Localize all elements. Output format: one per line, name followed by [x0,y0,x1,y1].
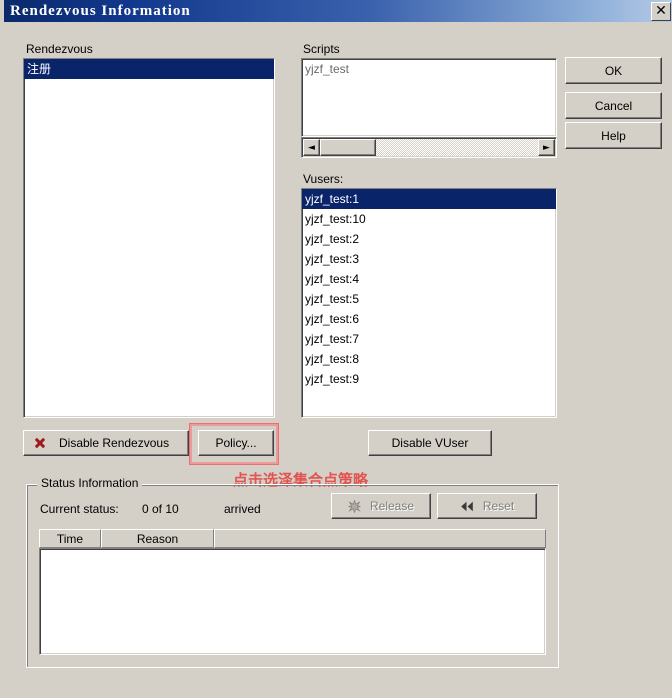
column-header-blank[interactable] [214,529,546,548]
title-bar: Rendezvous Information [4,0,672,22]
rewind-icon [460,501,474,512]
ok-button[interactable]: OK [565,57,662,84]
list-item[interactable]: yjzf_test:3 [302,249,556,269]
list-item[interactable]: yjzf_test:8 [302,349,556,369]
disable-rendezvous-label: Disable Rendezvous [59,436,170,450]
close-icon[interactable] [651,1,671,21]
list-item[interactable]: yjzf_test:4 [302,269,556,289]
help-button[interactable]: Help [565,122,662,149]
reset-label: Reset [482,499,515,513]
scripts-horizontal-scrollbar[interactable]: ◄ ► [303,139,555,156]
window-title: Rendezvous Information [10,2,191,19]
reset-button[interactable]: Reset [437,493,537,519]
column-header-time[interactable]: Time [39,529,101,548]
rendezvous-information-dialog: Rendezvous Information Rendezvous 注册 Scr… [0,0,672,698]
list-item[interactable]: yjzf_test:1 [302,189,556,209]
current-status-label: Current status: [40,502,119,516]
list-item[interactable]: yjzf_test:7 [302,329,556,349]
list-item[interactable]: yjzf_test:5 [302,289,556,309]
current-status-value: 0 of 10 [142,502,179,516]
scroll-right-arrow-icon[interactable]: ► [538,139,555,156]
rendezvous-listbox[interactable]: 注册 [23,58,275,418]
arrived-label: arrived [224,502,261,516]
list-item[interactable]: yjzf_test:10 [302,209,556,229]
scripts-scrollbar-frame: ◄ ► [301,137,557,158]
scripts-listbox[interactable]: yjzf_test [301,58,557,137]
list-item[interactable]: yjzf_test:9 [302,369,556,389]
red-x-icon [33,436,47,450]
burst-icon [348,499,361,513]
disable-rendezvous-button[interactable]: Disable Rendezvous [23,430,189,456]
column-header-reason[interactable]: Reason [101,529,214,548]
status-information-label: Status Information [37,476,143,490]
status-table-header: Time Reason [39,529,546,548]
release-button[interactable]: Release [331,493,431,519]
scroll-left-arrow-icon[interactable]: ◄ [303,139,320,156]
scrollbar-thumb[interactable] [320,139,376,156]
scripts-label: Scripts [303,42,340,56]
list-item[interactable]: yjzf_test:2 [302,229,556,249]
disable-vuser-button[interactable]: Disable VUser [368,430,492,456]
status-table-body[interactable] [39,548,546,655]
policy-button[interactable]: Policy... [198,430,274,456]
cancel-button[interactable]: Cancel [565,92,662,119]
list-item[interactable]: yjzf_test [302,59,556,79]
rendezvous-label: Rendezvous [26,42,93,56]
vusers-listbox[interactable]: yjzf_test:1 yjzf_test:10 yjzf_test:2 yjz… [301,188,557,418]
list-item[interactable]: 注册 [24,59,274,79]
list-item[interactable]: yjzf_test:6 [302,309,556,329]
scrollbar-track[interactable] [320,139,538,156]
release-label: Release [369,499,415,513]
vusers-label: Vusers: [303,172,344,186]
